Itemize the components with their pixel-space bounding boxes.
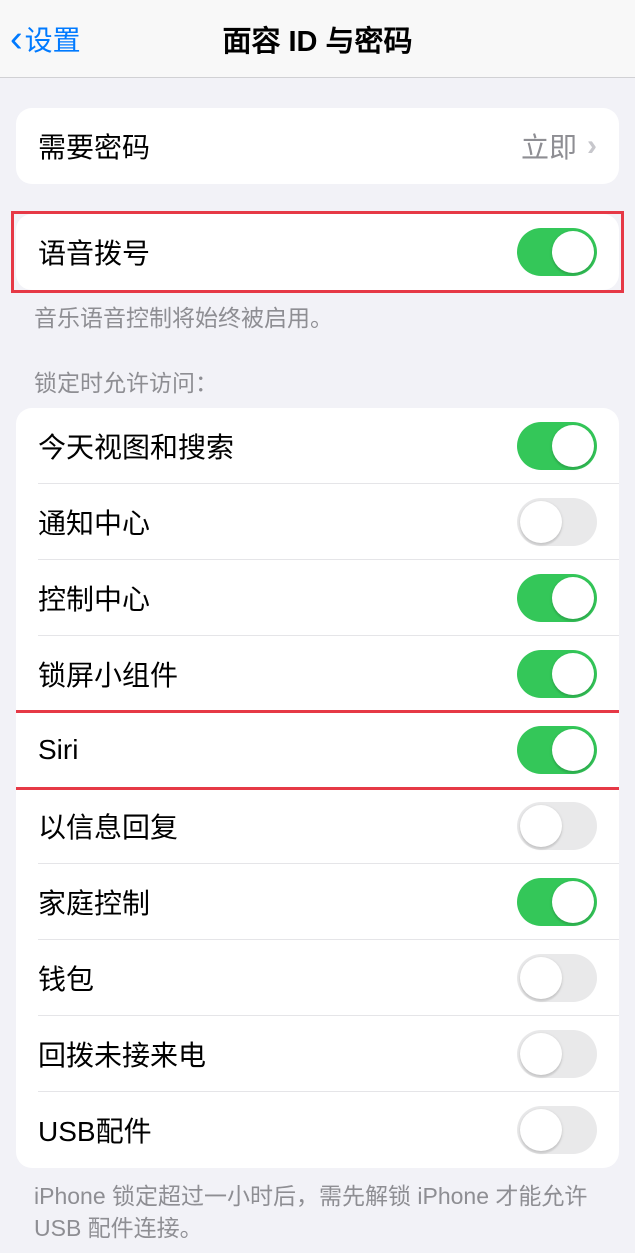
lock-access-row-home-control: 家庭控制: [16, 864, 619, 940]
require-passcode-row[interactable]: 需要密码 立即 ›: [16, 108, 619, 184]
lock-screen-widgets-toggle[interactable]: [517, 650, 597, 698]
row-label: 回拨未接来电: [38, 1034, 206, 1074]
lock-access-row-notification-center: 通知中心: [16, 484, 619, 560]
lock-access-row-today-view: 今天视图和搜索: [16, 408, 619, 484]
back-button[interactable]: ‹ 设置: [10, 19, 81, 59]
siri-toggle[interactable]: [517, 726, 597, 774]
today-view-toggle[interactable]: [517, 422, 597, 470]
back-label: 设置: [25, 19, 81, 59]
lock-access-row-control-center: 控制中心: [16, 560, 619, 636]
row-label: 今天视图和搜索: [38, 426, 234, 466]
row-label: 锁屏小组件: [38, 654, 178, 694]
row-label: 语音拨号: [38, 232, 150, 272]
lock-access-row-lock-screen-widgets: 锁屏小组件: [16, 636, 619, 712]
voice-dial-row: 语音拨号: [16, 214, 619, 290]
return-missed-calls-toggle[interactable]: [517, 1030, 597, 1078]
voice-dial-toggle[interactable]: [517, 228, 597, 276]
usb-accessories-toggle[interactable]: [517, 1106, 597, 1154]
row-label: 家庭控制: [38, 882, 150, 922]
control-center-toggle[interactable]: [517, 574, 597, 622]
lock-access-row-siri: Siri: [16, 712, 619, 788]
voice-dial-footer: 音乐语音控制将始终被启用。: [0, 290, 635, 334]
reply-with-message-toggle[interactable]: [517, 802, 597, 850]
row-value: 立即: [521, 126, 577, 166]
voice-dial-section: 语音拨号: [16, 214, 619, 290]
lock-access-section: 今天视图和搜索通知中心控制中心锁屏小组件 Siri 以信息回复家庭控制钱包回拨未接来…: [16, 408, 619, 1168]
notification-center-toggle[interactable]: [517, 498, 597, 546]
row-label: 需要密码: [38, 126, 150, 166]
row-label: 钱包: [38, 958, 94, 998]
row-label: USB配件: [38, 1110, 152, 1150]
chevron-right-icon: ›: [587, 131, 597, 161]
nav-header: ‹ 设置 面容 ID 与密码: [0, 0, 635, 78]
lock-access-header: 锁定时允许访问：: [0, 334, 635, 408]
home-control-toggle[interactable]: [517, 878, 597, 926]
lock-access-row-return-missed-calls: 回拨未接来电: [16, 1016, 619, 1092]
passcode-section: 需要密码 立即 ›: [16, 108, 619, 184]
lock-access-row-wallet: 钱包: [16, 940, 619, 1016]
page-title: 面容 ID 与密码: [0, 18, 635, 60]
row-label: 通知中心: [38, 502, 150, 542]
row-label: 控制中心: [38, 578, 150, 618]
wallet-toggle[interactable]: [517, 954, 597, 1002]
row-label: Siri: [38, 734, 78, 766]
row-label: 以信息回复: [38, 806, 178, 846]
lock-access-footer: iPhone 锁定超过一小时后，需先解锁 iPhone 才能允许 USB 配件连…: [0, 1168, 635, 1244]
lock-access-row-usb-accessories: USB配件: [16, 1092, 619, 1168]
lock-access-row-reply-with-message: 以信息回复: [16, 788, 619, 864]
chevron-left-icon: ‹: [10, 20, 23, 58]
